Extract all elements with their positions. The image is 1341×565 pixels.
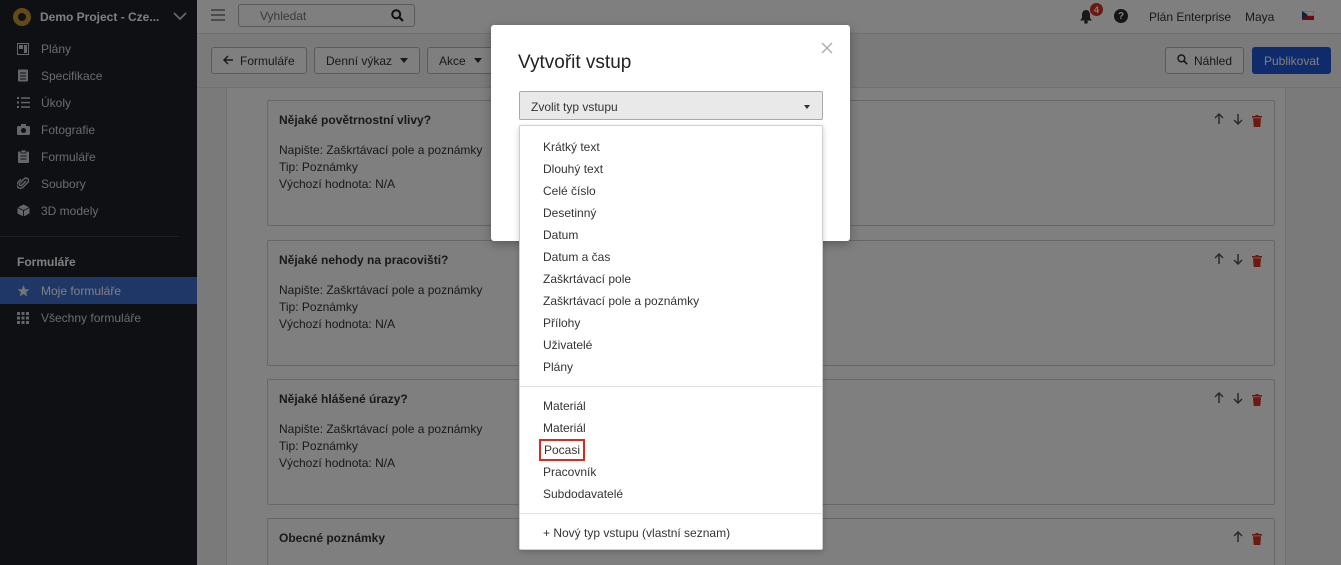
option-material[interactable]: Materiál <box>520 395 822 417</box>
option-decimal[interactable]: Desetinný <box>520 202 822 224</box>
option-integer[interactable]: Celé číslo <box>520 180 822 202</box>
close-icon[interactable] <box>821 39 833 57</box>
option-weather[interactable]: Pocasi <box>520 439 822 461</box>
option-users[interactable]: Uživatelé <box>520 334 822 356</box>
option-checkbox[interactable]: Zaškrtávací pole <box>520 268 822 290</box>
dropdown-divider <box>520 386 822 387</box>
option-subcontractors[interactable]: Subdodavatelé <box>520 483 822 505</box>
option-worker[interactable]: Pracovník <box>520 461 822 483</box>
dropdown-divider <box>520 513 822 514</box>
option-material-2[interactable]: Materiál <box>520 417 822 439</box>
input-type-dropdown: Krátký text Dlouhý text Celé číslo Deset… <box>519 125 823 550</box>
modal-title: Vytvořit vstup <box>518 52 632 73</box>
option-date[interactable]: Datum <box>520 224 822 246</box>
highlighted-option-label: Pocasi <box>538 439 586 461</box>
select-value: Zvolit typ vstupu <box>531 100 618 114</box>
option-short-text[interactable]: Krátký text <box>520 136 822 158</box>
input-type-select[interactable]: Zvolit typ vstupu <box>519 91 823 120</box>
option-new-input-type[interactable]: + Nový typ vstupu (vlastní seznam) <box>520 522 822 544</box>
option-long-text[interactable]: Dlouhý text <box>520 158 822 180</box>
option-datetime[interactable]: Datum a čas <box>520 246 822 268</box>
option-checkbox-notes[interactable]: Zaškrtávací pole a poznámky <box>520 290 822 312</box>
option-attachments[interactable]: Přílohy <box>520 312 822 334</box>
caret-down-icon <box>804 105 810 109</box>
option-plans[interactable]: Plány <box>520 356 822 378</box>
